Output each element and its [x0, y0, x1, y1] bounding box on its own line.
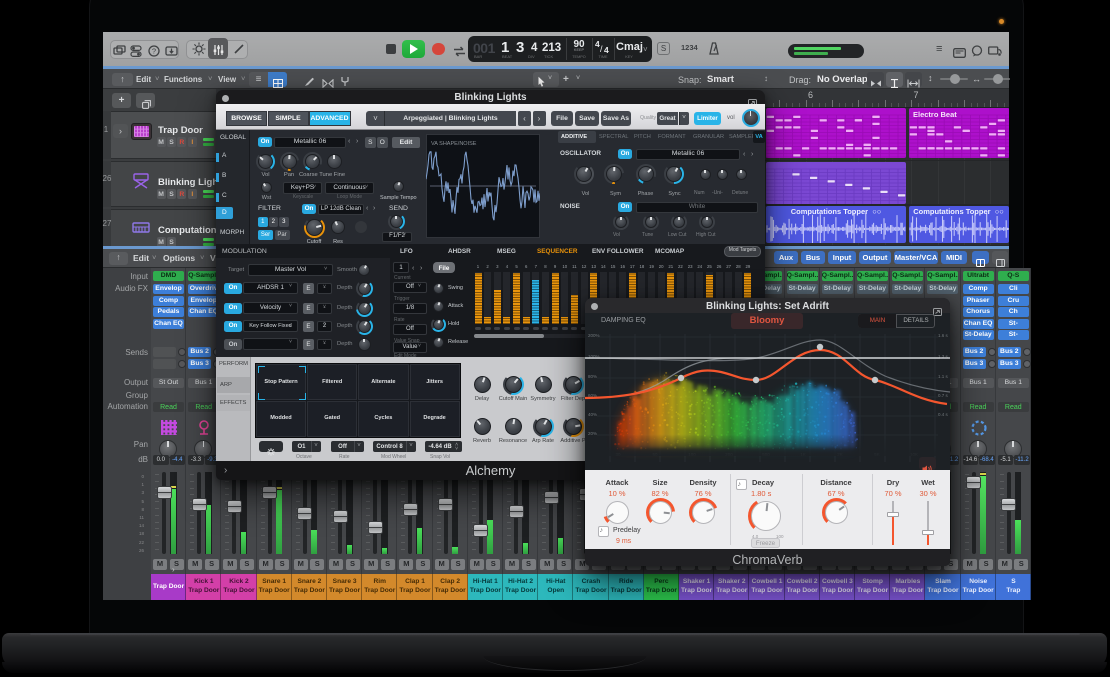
svg-text:?: ?: [152, 46, 156, 55]
